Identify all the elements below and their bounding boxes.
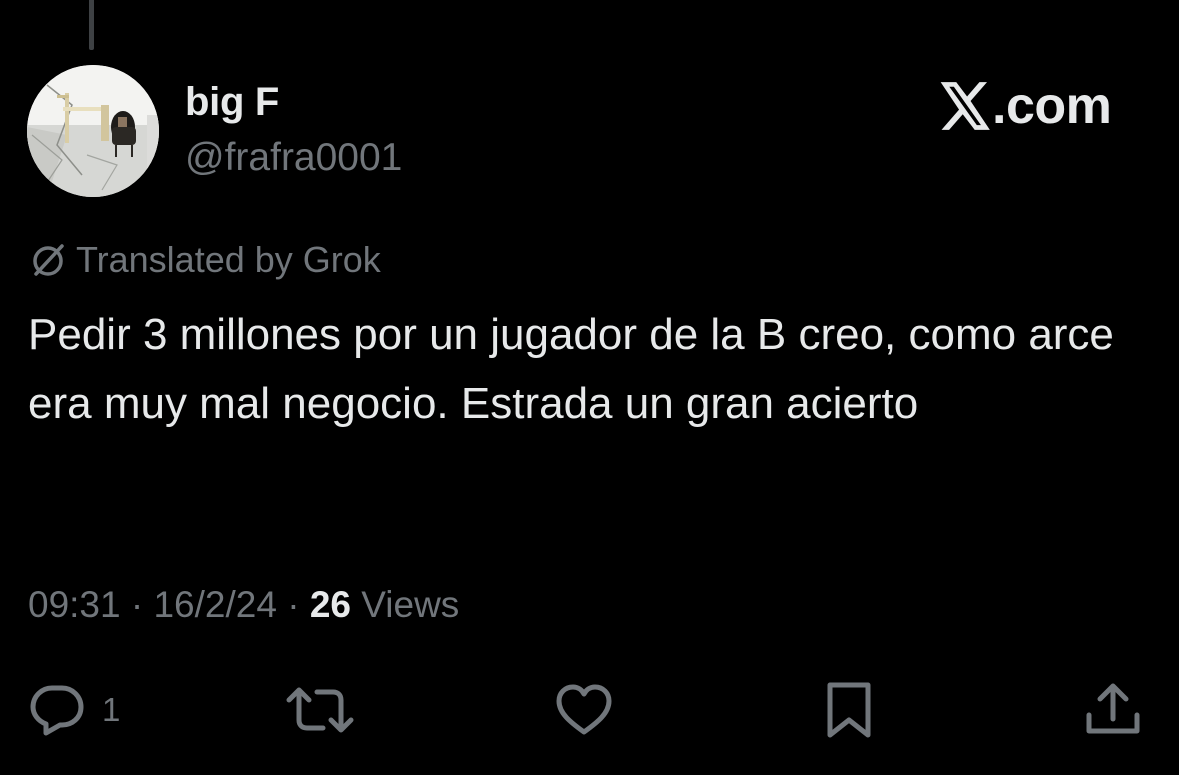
views-label: Views <box>350 584 460 625</box>
tweet-body-text: Pedir 3 millones por un jugador de la B … <box>28 310 1114 428</box>
brand-logo: .com <box>940 77 1112 135</box>
views-count: 26 <box>309 584 351 625</box>
brand-domain-text: .com <box>992 77 1112 135</box>
reply-count: 1 <box>102 691 121 728</box>
share-button[interactable] <box>1082 680 1144 740</box>
reply-button[interactable]: 1 <box>28 680 120 740</box>
translation-label: Translated by Grok <box>76 239 381 280</box>
bookmark-button[interactable] <box>822 680 876 740</box>
bookmark-icon <box>827 682 871 738</box>
tweet-action-bar: 1 <box>0 680 1179 740</box>
share-icon <box>1086 683 1140 734</box>
meta-separator: · <box>120 584 154 625</box>
retweet-icon <box>286 687 354 733</box>
grok-icon <box>33 244 64 276</box>
avatar-photo-icon <box>27 65 159 197</box>
author-handle[interactable]: @frafra0001 <box>185 136 402 180</box>
heart-icon <box>556 684 612 735</box>
like-button[interactable] <box>553 680 615 740</box>
reply-icon <box>30 685 84 736</box>
tweet-time[interactable]: 09:31 <box>28 584 121 625</box>
meta-separator: · <box>276 584 310 625</box>
author-display-name[interactable]: big F <box>185 80 279 125</box>
avatar[interactable] <box>27 65 159 197</box>
tweet-metadata: 09:31 · 16/2/24 · 26 Views <box>28 584 459 626</box>
retweet-button[interactable] <box>283 680 357 740</box>
tweet-date[interactable]: 16/2/24 <box>153 584 276 625</box>
thread-connector-line <box>89 0 94 50</box>
x-logo-icon <box>940 82 990 130</box>
translation-notice[interactable]: Translated by Grok <box>28 238 381 282</box>
